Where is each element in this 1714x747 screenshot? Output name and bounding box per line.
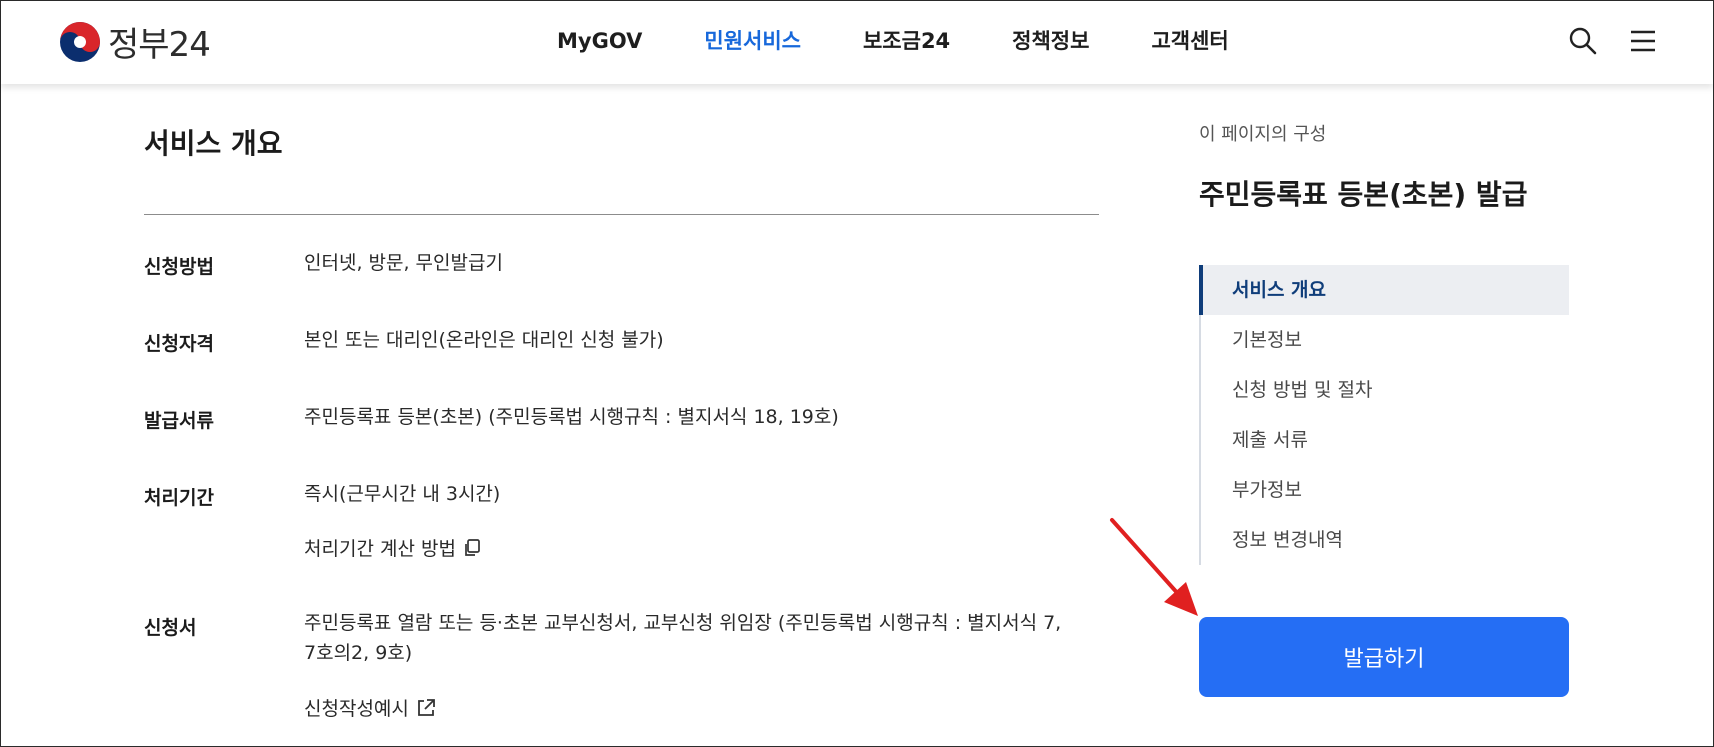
row-value-documents: 주민등록표 등본(초본) (주민등록법 시행규칙 : 별지서식 18, 19호) — [304, 406, 839, 428]
gov24-logo[interactable]: 정부24 — [58, 17, 211, 66]
nav-mygov[interactable]: MyGOV — [557, 25, 642, 57]
row-value-method: 인터넷, 방문, 무인발급기 — [304, 252, 503, 274]
row-value-application-form-line2: 7호의2, 9호) — [304, 642, 413, 664]
toc-item-basic-info[interactable]: 기본정보 — [1201, 315, 1569, 365]
issue-button[interactable]: 발급하기 — [1199, 617, 1569, 697]
application-example-link[interactable]: 신청작성예시 — [304, 694, 437, 721]
row-label-processing-time: 처리기간 — [144, 487, 214, 509]
copy-icon — [465, 538, 480, 556]
section-divider — [144, 214, 1099, 215]
processing-time-calc-label: 처리기간 계산 방법 — [304, 538, 456, 560]
toc-caption: 이 페이지의 구성 — [1199, 124, 1327, 145]
external-link-icon — [417, 698, 435, 716]
row-label-eligibility: 신청자격 — [144, 333, 214, 355]
toc-item-documents[interactable]: 제출 서류 — [1201, 415, 1569, 465]
nav-civil-services[interactable]: 민원서비스 — [704, 25, 801, 57]
main-nav: MyGOV 민원서비스 보조금24 정책정보 고객센터 — [557, 25, 1291, 57]
annotation-arrow-icon — [1110, 518, 1198, 616]
nav-policy-info[interactable]: 정책정보 — [1012, 25, 1089, 57]
row-label-method: 신청방법 — [144, 256, 214, 278]
search-icon[interactable] — [1568, 26, 1598, 56]
section-title: 서비스 개요 — [144, 127, 283, 160]
toc-list: 서비스 개요 기본정보 신청 방법 및 절차 제출 서류 부가정보 정보 변경내… — [1199, 265, 1569, 565]
nav-customer-center[interactable]: 고객센터 — [1151, 25, 1228, 57]
taegeuk-logo-icon — [60, 21, 100, 62]
menu-icon[interactable] — [1628, 26, 1658, 56]
toc-item-procedure[interactable]: 신청 방법 및 절차 — [1201, 365, 1569, 415]
row-label-documents: 발급서류 — [144, 410, 214, 432]
row-value-eligibility: 본인 또는 대리인(온라인은 대리인 신청 불가) — [304, 329, 664, 351]
logo-text: 정부24 — [108, 25, 211, 65]
row-label-application-form: 신청서 — [144, 617, 197, 639]
toc-item-additional-info[interactable]: 부가정보 — [1201, 465, 1569, 515]
row-value-processing-time: 즉시(근무시간 내 3시간) — [304, 483, 501, 505]
toc-item-service-overview[interactable]: 서비스 개요 — [1199, 265, 1569, 315]
application-example-label: 신청작성예시 — [304, 698, 409, 720]
nav-subsidy24[interactable]: 보조금24 — [863, 25, 950, 57]
processing-time-calc-link[interactable]: 처리기간 계산 방법 — [304, 534, 482, 561]
top-header: 정부24 MyGOV 민원서비스 보조금24 정책정보 고객센터 — [1, 1, 1713, 84]
toc-title: 주민등록표 등본(초본) 발급 — [1199, 178, 1528, 211]
row-value-application-form-line1: 주민등록표 열람 또는 등·초본 교부신청서, 교부신청 위임장 (주민등록법 … — [304, 612, 1062, 634]
toc-item-change-history[interactable]: 정보 변경내역 — [1201, 515, 1569, 565]
